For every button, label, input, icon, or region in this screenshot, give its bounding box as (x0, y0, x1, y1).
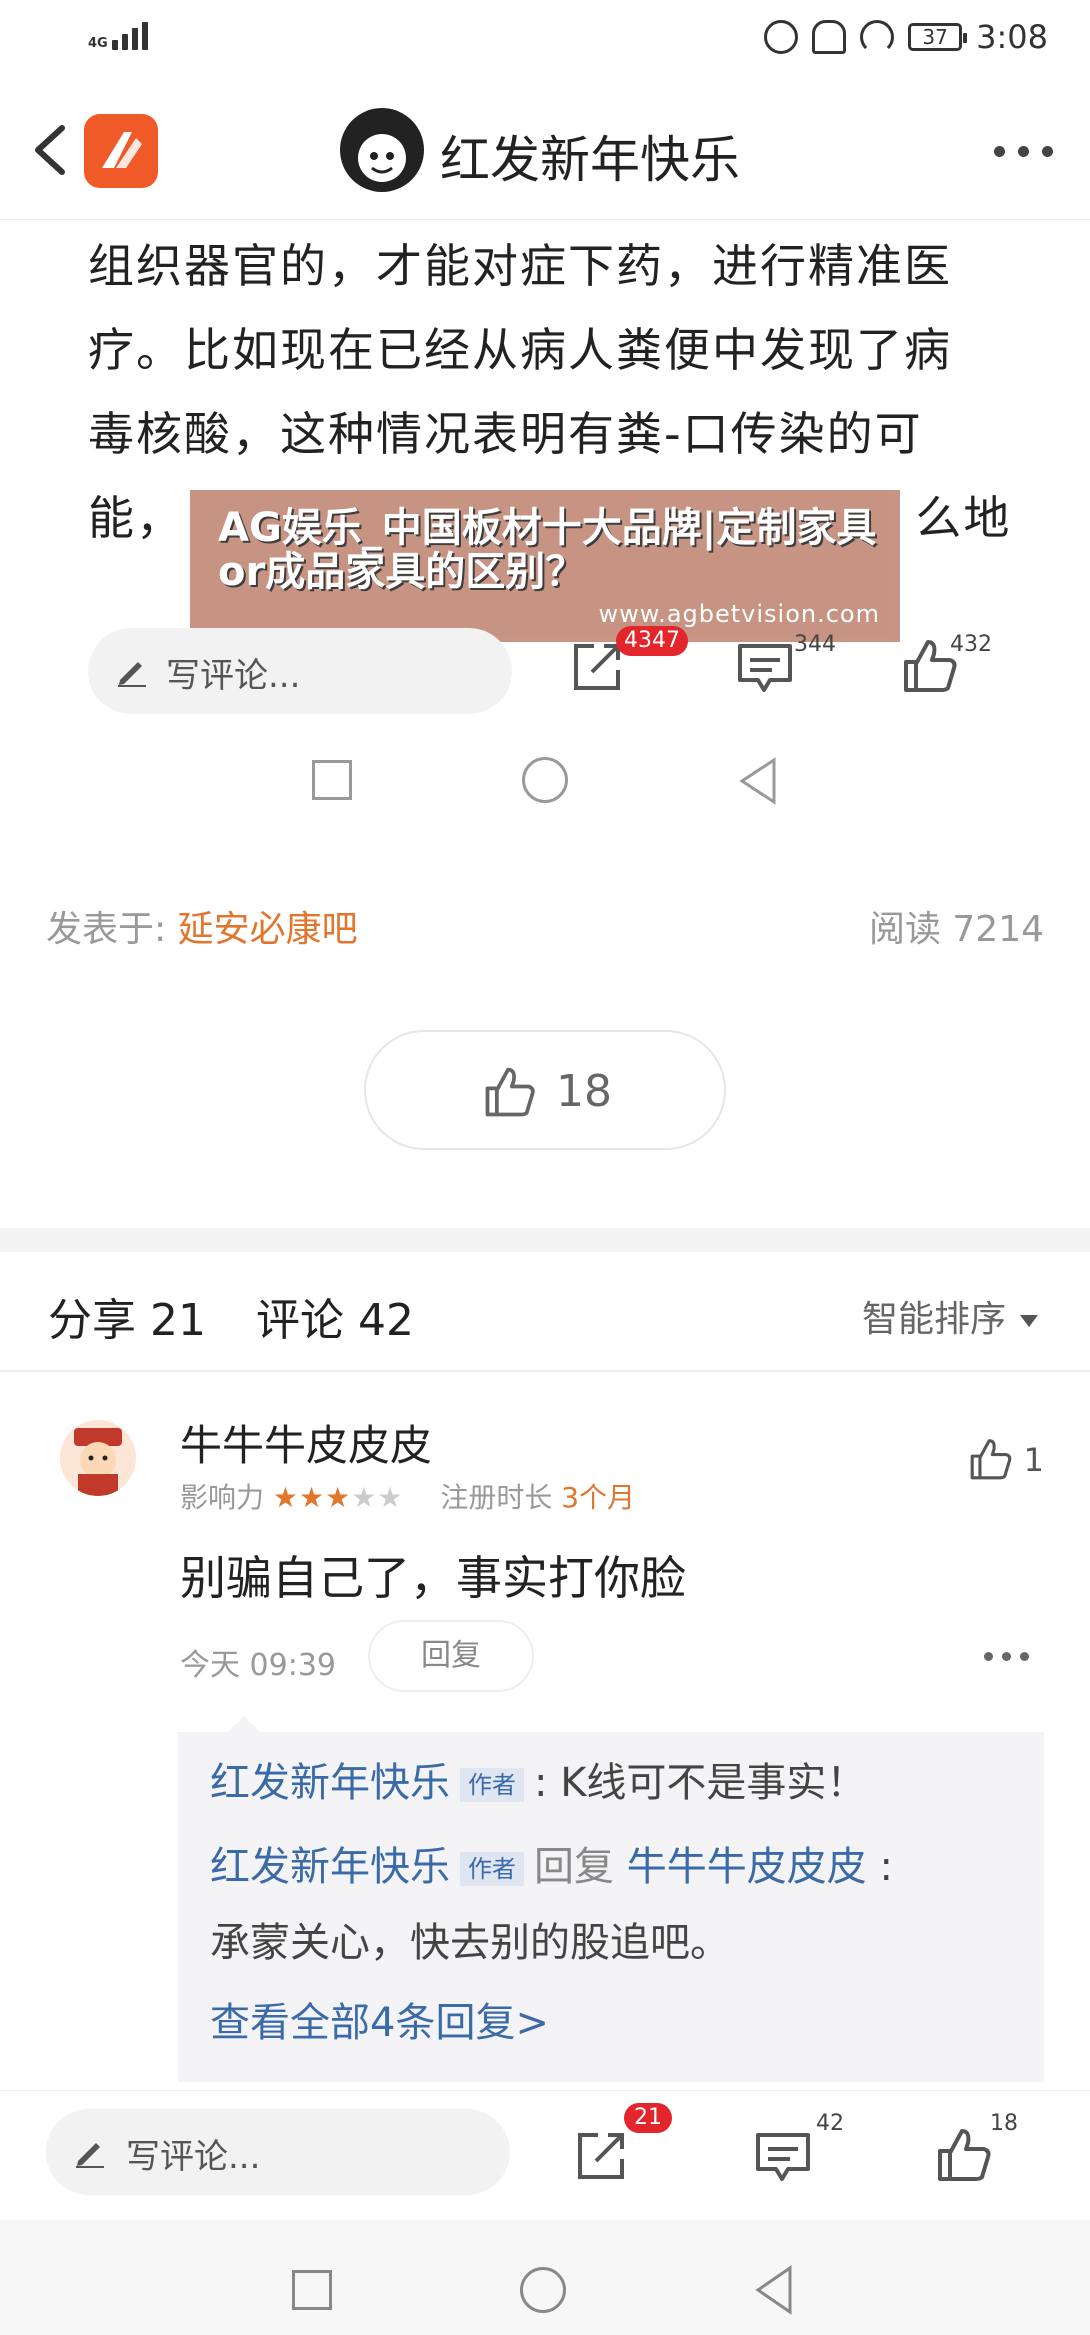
replies-box: 红发新年快乐 作者: K线可不是事实！ 红发新年快乐 作者 回复 牛牛牛皮皮皮 : 承… (178, 1716, 1044, 2082)
sort-label: 智能排序 (861, 1299, 1006, 1340)
posted-in-label: 发表于: (46, 909, 167, 950)
mute-bell-icon (812, 20, 847, 54)
share-icon[interactable] (570, 2125, 632, 2187)
comment-more-icon[interactable] (984, 1652, 1030, 1662)
comment-placeholder: 写评论... (126, 2137, 261, 2177)
comment-count: 42 (816, 2111, 844, 2136)
signal-bar (142, 22, 148, 50)
like-count: 18 (556, 1066, 612, 1117)
signal-bar (132, 28, 138, 50)
register-value: 3个月 (561, 1481, 636, 1514)
signal-bar (122, 34, 128, 50)
reply-user[interactable]: 红发新年快乐 (210, 1844, 450, 1890)
like-post-button[interactable]: 18 (364, 1030, 726, 1150)
article-line: 疗。比如现在已经从病人粪便中发现了病 (88, 323, 952, 377)
like-count: 432 (950, 632, 992, 657)
status-bar: 4G 37 3:08 (0, 0, 1090, 80)
tab-share[interactable]: 分享 21 (48, 1295, 206, 1346)
write-comment-input[interactable]: 写评论... (88, 628, 512, 714)
back-arrow-icon[interactable] (28, 122, 76, 178)
reply-text: : K线可不是事实！ (534, 1760, 867, 1806)
comment-body: 别骗自己了，事实打你脸 (180, 1551, 686, 1605)
thumb-up-icon (970, 1439, 1011, 1480)
app-logo[interactable] (84, 114, 158, 188)
reply-button[interactable]: 回复 (368, 1620, 534, 1692)
system-nav-bar (0, 2220, 1090, 2335)
reply-word: 回复 (534, 1844, 614, 1890)
author-tag: 作者 (460, 1768, 524, 1802)
forum-link[interactable]: 延安必康吧 (178, 909, 358, 950)
comment-like-count: 1 (1023, 1441, 1044, 1479)
reply-item[interactable]: 红发新年快乐 作者 回复 牛牛牛皮皮皮 : 承蒙关心，快去别的股追吧。 (210, 1840, 1030, 1970)
sort-dropdown[interactable]: 智能排序 (862, 1290, 1038, 1342)
battery-indicator: 37 (908, 23, 968, 51)
back-triangle-icon[interactable] (736, 756, 780, 806)
comment-time: 今天 09:39 (180, 1648, 336, 1683)
view-all-replies-link[interactable]: 查看全部4条回复> (210, 1990, 549, 2048)
embedded-nav-bar (0, 726, 1090, 836)
commenter-avatar[interactable] (60, 1420, 136, 1496)
back-triangle-icon[interactable] (752, 2264, 796, 2316)
influence-label: 影响力 (180, 1481, 265, 1514)
author-avatar[interactable] (340, 108, 424, 192)
more-options-icon[interactable] (994, 146, 1054, 158)
tab-comment[interactable]: 评论 42 (256, 1295, 414, 1346)
section-divider (0, 1228, 1090, 1252)
thumb-up-icon (485, 1067, 535, 1117)
signal-bar (112, 40, 118, 50)
article-line: 组织器官的，才能对症下药，进行精准医 (88, 239, 952, 293)
commenter-name[interactable]: 牛牛牛皮皮皮 (180, 1412, 432, 1473)
author-tag: 作者 (460, 1852, 524, 1886)
page-title: 红发新年快乐 (440, 131, 740, 189)
posted-in: 发表于: 延安必康吧 (46, 900, 358, 952)
reply-separator: : (879, 1844, 893, 1890)
recent-apps-icon[interactable] (312, 760, 352, 800)
home-icon[interactable] (520, 2267, 566, 2313)
like-count: 18 (990, 2111, 1018, 2136)
reply-text: 承蒙关心，快去别的股追吧。 (210, 1920, 730, 1966)
comment-tabs: 分享 21 评论 42 (48, 1284, 450, 1348)
top-header: 红发新年快乐 (0, 80, 1090, 220)
influence-stars: ★★★★★ (272, 1481, 404, 1514)
alarm-icon (764, 20, 799, 54)
ad-title: AG娱乐_中国板材十大品牌|定制家具or成品家具的区别？ (218, 505, 877, 595)
register-label: 注册时长 (440, 1481, 553, 1514)
share-count-badge: 21 (624, 2103, 672, 2133)
clock: 3:08 (976, 18, 1048, 56)
reply-user[interactable]: 红发新年快乐 (210, 1760, 450, 1806)
home-icon[interactable] (522, 757, 568, 803)
commenter-meta: 影响力 ★★★★★ 注册时长 3个月 (180, 1476, 635, 1516)
recent-apps-icon[interactable] (292, 2270, 332, 2310)
article-line: 毒核酸，这种情况表明有粪-口传染的可 (88, 407, 923, 461)
network-type: 4G (88, 36, 108, 51)
pencil-icon (76, 2143, 104, 2168)
embedded-toolbar: 写评论... 4347 344 432 (0, 618, 1090, 728)
bottom-toolbar: 写评论... 21 42 18 (0, 2090, 1090, 2220)
speed-gauge-icon (860, 20, 895, 54)
comment-icon[interactable] (752, 2127, 814, 2189)
pencil-icon (118, 662, 146, 687)
comment-like-button[interactable]: 1 (966, 1436, 1044, 1484)
signal-indicator: 4G (88, 22, 148, 50)
comment-count: 344 (794, 632, 836, 657)
share-count-badge: 4347 (616, 626, 688, 656)
reply-target[interactable]: 牛牛牛皮皮皮 (627, 1844, 867, 1890)
reply-item[interactable]: 红发新年快乐 作者 : K线可不是事实！ (210, 1756, 866, 1810)
divider (0, 1370, 1090, 1372)
dropdown-triangle-icon (1020, 1315, 1038, 1327)
like-icon[interactable] (932, 2125, 994, 2187)
comment-placeholder: 写评论... (166, 656, 301, 696)
read-count: 阅读 7214 (868, 909, 1044, 950)
write-comment-input[interactable]: 写评论... (46, 2109, 510, 2195)
comment-icon[interactable] (734, 638, 796, 700)
